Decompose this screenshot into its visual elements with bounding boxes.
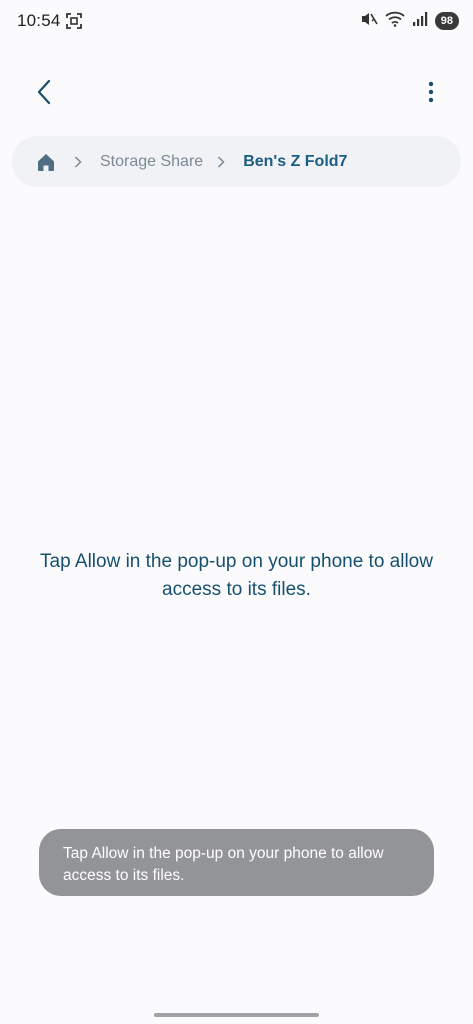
chevron-right-icon (217, 155, 229, 168)
home-indicator[interactable] (154, 1013, 319, 1017)
chevron-left-icon (37, 79, 51, 105)
breadcrumb-item-storage-share[interactable]: Storage Share (100, 153, 203, 171)
breadcrumb: Storage Share Ben's Z Fold7 (12, 136, 461, 187)
mute-icon (360, 11, 378, 32)
more-vertical-icon (428, 81, 434, 103)
more-options-button[interactable] (419, 76, 443, 108)
battery-icon: 98 (434, 12, 459, 30)
status-bar: 10:54 98 (0, 0, 473, 44)
wifi-icon (385, 11, 405, 32)
home-icon (38, 153, 54, 171)
chevron-right-icon (74, 155, 86, 168)
breadcrumb-item-current: Ben's Z Fold7 (243, 152, 348, 170)
toast: Tap Allow in the pop-up on your phone to… (39, 829, 434, 896)
screenshot-icon (66, 13, 82, 34)
status-icons: 98 (360, 10, 459, 32)
screen: 10:54 98 Storage Share Ben's Z Fold7 Tap… (0, 0, 473, 1024)
breadcrumb-home-button[interactable] (34, 150, 58, 174)
allow-access-message: Tap Allow in the pop-up on your phone to… (40, 551, 433, 600)
back-button[interactable] (28, 76, 60, 108)
signal-icon (412, 11, 428, 32)
status-time: 10:54 (17, 11, 61, 30)
